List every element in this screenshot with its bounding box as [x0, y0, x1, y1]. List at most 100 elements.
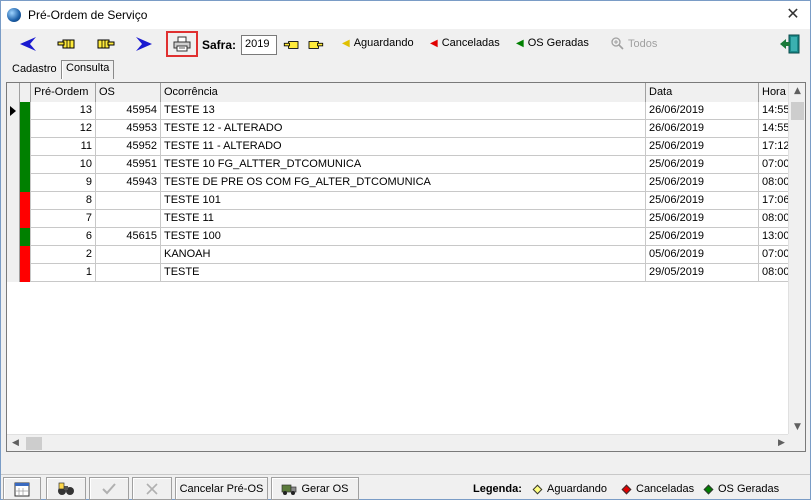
vertical-scrollbar[interactable]: ▲ ▼: [788, 83, 805, 451]
scroll-up-icon[interactable]: ▲: [789, 83, 805, 100]
search-button[interactable]: [46, 477, 86, 500]
cell-pre-ordem[interactable]: 13: [31, 102, 96, 120]
cell-hora[interactable]: 14:55: [759, 120, 789, 138]
cell-hora[interactable]: 08:00: [759, 210, 789, 228]
cell-pre-ordem[interactable]: 6: [31, 228, 96, 246]
previous-record-button[interactable]: [56, 34, 78, 54]
table-row[interactable]: 13 45954 TESTE 13 26/06/2019 14:55: [7, 102, 805, 120]
tab-consulta[interactable]: Consulta: [61, 60, 115, 79]
cell-data[interactable]: 25/06/2019: [646, 174, 759, 192]
cell-data[interactable]: 05/06/2019: [646, 246, 759, 264]
filter-geradas-button[interactable]: ◀ OS Geradas: [516, 37, 589, 49]
cell-os[interactable]: 45953: [96, 120, 161, 138]
column-header-hora[interactable]: Hora: [759, 83, 789, 102]
table-row[interactable]: 12 45953 TESTE 12 - ALTERADO 26/06/2019 14:5…: [7, 120, 805, 138]
table-row[interactable]: 1 TESTE 29/05/2019 08:00: [7, 264, 805, 282]
status-indicator: [20, 228, 31, 246]
tab-cadastro[interactable]: Cadastro: [9, 62, 60, 76]
table-row[interactable]: 2 KANOAH 05/06/2019 07:00: [7, 246, 805, 264]
status-indicator: [20, 210, 31, 228]
header-indicator: [7, 83, 20, 102]
cell-pre-ordem[interactable]: 8: [31, 192, 96, 210]
cell-os[interactable]: [96, 264, 161, 282]
cell-ocorrencia[interactable]: KANOAH: [161, 246, 646, 264]
table-row[interactable]: 7 TESTE 11 25/06/2019 08:00: [7, 210, 805, 228]
table-row[interactable]: 11 45952 TESTE 11 - ALTERADO 25/06/2019 17:1…: [7, 138, 805, 156]
cell-pre-ordem[interactable]: 9: [31, 174, 96, 192]
table-row[interactable]: 10 45951 TESTE 10 FG_ALTTER_DTCOMUNICA 25/0…: [7, 156, 805, 174]
cell-hora[interactable]: 07:00: [759, 156, 789, 174]
table-row[interactable]: 9 45943 TESTE DE PRE OS COM FG_ALTER_DTCOM…: [7, 174, 805, 192]
column-header-os[interactable]: OS: [96, 83, 161, 102]
cell-pre-ordem[interactable]: 11: [31, 138, 96, 156]
cell-os[interactable]: [96, 192, 161, 210]
next-record-button[interactable]: [94, 34, 116, 54]
legend-title: Legenda:: [473, 483, 522, 495]
cell-ocorrencia[interactable]: TESTE 12 - ALTERADO: [161, 120, 646, 138]
cell-os[interactable]: 45943: [96, 174, 161, 192]
cell-os[interactable]: 45615: [96, 228, 161, 246]
cell-ocorrencia[interactable]: TESTE DE PRE OS COM FG_ALTER_DTCOMUNICA: [161, 174, 646, 192]
row-indicator: [7, 192, 20, 210]
hand-left-icon: [57, 39, 75, 49]
current-row-arrow-icon: [10, 106, 16, 116]
cell-os[interactable]: 45952: [96, 138, 161, 156]
cell-ocorrencia[interactable]: TESTE 10 FG_ALTTER_DTCOMUNICA: [161, 156, 646, 174]
cell-os[interactable]: [96, 246, 161, 264]
safra-next-button[interactable]: [306, 35, 324, 55]
cell-data[interactable]: 25/06/2019: [646, 138, 759, 156]
last-record-button[interactable]: [133, 34, 155, 54]
cell-data[interactable]: 25/06/2019: [646, 228, 759, 246]
cell-ocorrencia[interactable]: TESTE 11: [161, 210, 646, 228]
calendar-button[interactable]: [3, 477, 41, 500]
cell-ocorrencia[interactable]: TESTE 101: [161, 192, 646, 210]
safra-input[interactable]: 2019: [241, 35, 277, 55]
cell-pre-ordem[interactable]: 10: [31, 156, 96, 174]
cell-os[interactable]: [96, 210, 161, 228]
cell-os[interactable]: 45954: [96, 102, 161, 120]
cell-pre-ordem[interactable]: 12: [31, 120, 96, 138]
cell-ocorrencia[interactable]: TESTE: [161, 264, 646, 282]
cell-data[interactable]: 26/06/2019: [646, 120, 759, 138]
cell-ocorrencia[interactable]: TESTE 13: [161, 102, 646, 120]
cell-hora[interactable]: 08:00: [759, 264, 789, 282]
cell-data[interactable]: 26/06/2019: [646, 102, 759, 120]
column-header-ocorrencia[interactable]: Ocorrência: [161, 83, 646, 102]
scroll-thumb[interactable]: [26, 437, 42, 450]
cell-hora[interactable]: 17:12: [759, 138, 789, 156]
cell-hora[interactable]: 13:00: [759, 228, 789, 246]
cancelar-pre-os-button[interactable]: Cancelar Pré-OS: [175, 477, 268, 500]
cell-hora[interactable]: 17:06: [759, 192, 789, 210]
scroll-left-icon[interactable]: ◀: [7, 435, 24, 451]
filter-todos-button[interactable]: Todos: [611, 37, 657, 50]
gerar-os-button[interactable]: Gerar OS: [271, 477, 359, 500]
table-row[interactable]: 8 TESTE 101 25/06/2019 17:06: [7, 192, 805, 210]
table-row[interactable]: 6 45615 TESTE 100 25/06/2019 13:00: [7, 228, 805, 246]
cell-hora[interactable]: 08:00: [759, 174, 789, 192]
cell-data[interactable]: 29/05/2019: [646, 264, 759, 282]
cell-data[interactable]: 25/06/2019: [646, 210, 759, 228]
cell-pre-ordem[interactable]: 2: [31, 246, 96, 264]
cell-pre-ordem[interactable]: 1: [31, 264, 96, 282]
cell-data[interactable]: 25/06/2019: [646, 192, 759, 210]
safra-previous-button[interactable]: [283, 35, 301, 55]
close-button[interactable]: ✕: [780, 3, 806, 25]
filter-aguardando-button[interactable]: ◀ Aguardando: [342, 37, 414, 49]
filter-canceladas-button[interactable]: ◀ Canceladas: [430, 37, 500, 49]
print-button[interactable]: [166, 31, 198, 57]
cell-pre-ordem[interactable]: 7: [31, 210, 96, 228]
cancel-button: [132, 477, 172, 500]
scroll-thumb[interactable]: [791, 102, 804, 120]
column-header-data[interactable]: Data: [646, 83, 759, 102]
horizontal-scrollbar[interactable]: ◀ ▶: [7, 434, 790, 451]
status-indicator: [20, 138, 31, 156]
cell-ocorrencia[interactable]: TESTE 100: [161, 228, 646, 246]
cell-hora[interactable]: 14:55: [759, 102, 789, 120]
first-record-button[interactable]: [17, 34, 39, 54]
column-header-pre-ordem[interactable]: Pré-Ordem: [31, 83, 96, 102]
cell-ocorrencia[interactable]: TESTE 11 - ALTERADO: [161, 138, 646, 156]
exit-button[interactable]: [779, 33, 801, 55]
cell-hora[interactable]: 07:00: [759, 246, 789, 264]
cell-os[interactable]: 45951: [96, 156, 161, 174]
cell-data[interactable]: 25/06/2019: [646, 156, 759, 174]
